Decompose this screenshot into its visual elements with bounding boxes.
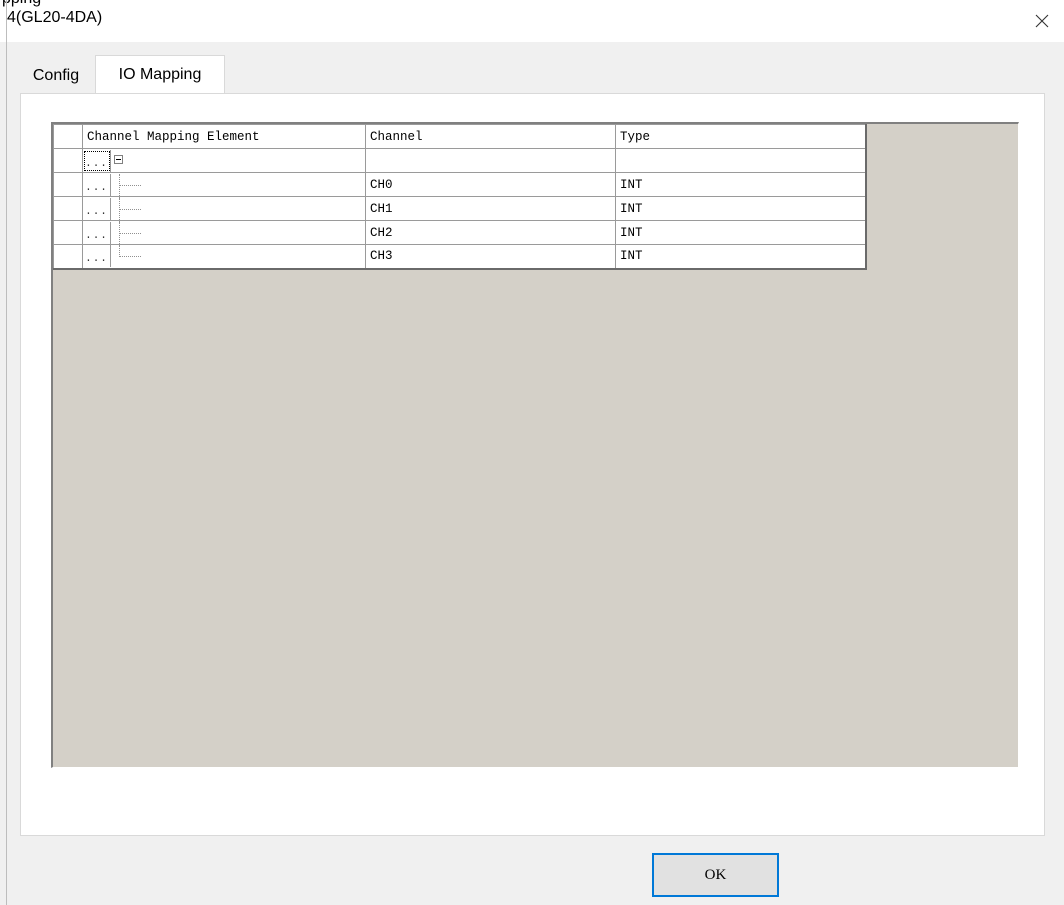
channel-cell[interactable]: CH0	[365, 172, 616, 197]
type-cell[interactable]: INT	[615, 196, 866, 221]
collapse-icon[interactable]	[114, 154, 123, 164]
tab-config[interactable]: Config	[20, 58, 94, 94]
tree-line-horizontal	[119, 184, 141, 186]
tree-connector	[111, 245, 151, 267]
element-cell[interactable]: ...	[82, 172, 366, 198]
table-row-ch2[interactable]: ... CH2 INT	[53, 220, 866, 246]
row-ellipsis-button[interactable]: ...	[83, 245, 111, 268]
type-cell[interactable]: INT	[615, 244, 866, 269]
channel-cell[interactable]: CH2	[365, 220, 616, 245]
table-row-ch0[interactable]: ... CH0 INT	[53, 172, 866, 198]
column-header-element[interactable]: Channel Mapping Element	[82, 124, 366, 149]
tree-connector	[111, 221, 151, 246]
channel-cell[interactable]: CH3	[365, 244, 616, 269]
window-left-border	[6, 0, 7, 905]
table-row-root[interactable]: ...	[53, 148, 866, 173]
title-bar: pping 4(GL20-4DA)	[0, 0, 1064, 42]
clipped-caption: pping	[2, 0, 41, 8]
tree-line-horizontal	[119, 256, 141, 258]
type-cell[interactable]: INT	[615, 172, 866, 197]
element-cell[interactable]: ...	[82, 244, 366, 269]
row-header[interactable]	[53, 148, 83, 173]
row-ellipsis-button[interactable]: ...	[83, 149, 111, 172]
close-icon	[1035, 14, 1049, 28]
column-header-type[interactable]: Type	[615, 124, 866, 149]
row-header[interactable]	[53, 220, 83, 245]
tree-connector	[111, 173, 151, 198]
table-header-row: Channel Mapping Element Channel Type	[53, 124, 866, 149]
row-ellipsis-button[interactable]: ...	[83, 221, 111, 244]
io-mapping-table: Channel Mapping Element Channel Type ...	[53, 124, 867, 270]
tree-line-vertical	[119, 197, 120, 222]
channel-cell[interactable]	[365, 148, 616, 173]
element-cell[interactable]: ...	[82, 196, 366, 222]
type-cell[interactable]: INT	[615, 220, 866, 245]
table-row-ch1[interactable]: ... CH1 INT	[53, 196, 866, 222]
tree-node	[111, 150, 151, 172]
io-mapping-grid: Channel Mapping Element Channel Type ...	[51, 122, 1019, 768]
element-cell[interactable]: ...	[82, 220, 366, 246]
tab-io-mapping[interactable]: IO Mapping	[95, 55, 225, 93]
row-header[interactable]	[53, 244, 83, 269]
ok-button[interactable]: OK	[652, 853, 779, 897]
column-header-channel[interactable]: Channel	[365, 124, 616, 149]
row-header[interactable]	[53, 172, 83, 197]
type-cell[interactable]	[615, 148, 866, 173]
row-header-corner	[53, 124, 83, 149]
row-ellipsis-button[interactable]: ...	[83, 173, 111, 196]
channel-cell[interactable]: CH1	[365, 196, 616, 221]
tree-line-horizontal	[119, 232, 141, 234]
row-header[interactable]	[53, 196, 83, 221]
row-ellipsis-button[interactable]: ...	[83, 197, 111, 220]
tree-line-horizontal	[119, 208, 141, 210]
element-cell[interactable]: ...	[82, 148, 366, 173]
tree-connector	[111, 197, 151, 222]
tree-line-vertical	[119, 221, 120, 246]
table-row-ch3[interactable]: ... CH3 INT	[53, 244, 866, 269]
close-button[interactable]	[1020, 4, 1064, 38]
tree-line-vertical	[119, 173, 120, 198]
window-title: 4(GL20-4DA)	[7, 9, 103, 26]
